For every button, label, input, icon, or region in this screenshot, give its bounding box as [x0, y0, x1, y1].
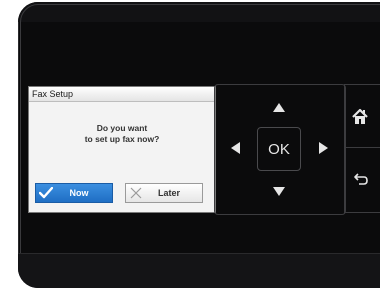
lcd-screen: Fax Setup Do you want to set up fax now?…: [28, 86, 216, 213]
back-icon: [354, 173, 368, 185]
checkmark-icon: [36, 187, 56, 199]
printer-control-panel: Fax Setup Do you want to set up fax now?…: [18, 2, 380, 288]
now-button-label: Now: [69, 188, 89, 198]
dialog-message-line2: to set up fax now?: [84, 134, 160, 144]
dialog-message: Do you want to set up fax now?: [29, 123, 215, 145]
x-icon: [126, 187, 146, 199]
dialog-title: Fax Setup: [29, 87, 215, 102]
arrow-down-icon[interactable]: [273, 187, 285, 196]
home-icon: [352, 108, 368, 124]
arrow-up-icon[interactable]: [273, 103, 285, 112]
arrow-left-icon[interactable]: [231, 142, 240, 154]
ok-button[interactable]: OK: [257, 127, 301, 171]
dialog-message-line1: Do you want: [96, 123, 148, 133]
later-button[interactable]: Later: [125, 183, 203, 203]
panel-bottom-strip: [18, 253, 380, 288]
now-button[interactable]: Now: [35, 183, 113, 203]
side-buttons: [344, 84, 380, 213]
navigation-pad: OK: [214, 84, 346, 215]
back-button[interactable]: [344, 148, 380, 213]
later-button-label: Later: [157, 188, 180, 198]
home-button[interactable]: [344, 84, 380, 148]
arrow-right-icon[interactable]: [319, 142, 328, 154]
